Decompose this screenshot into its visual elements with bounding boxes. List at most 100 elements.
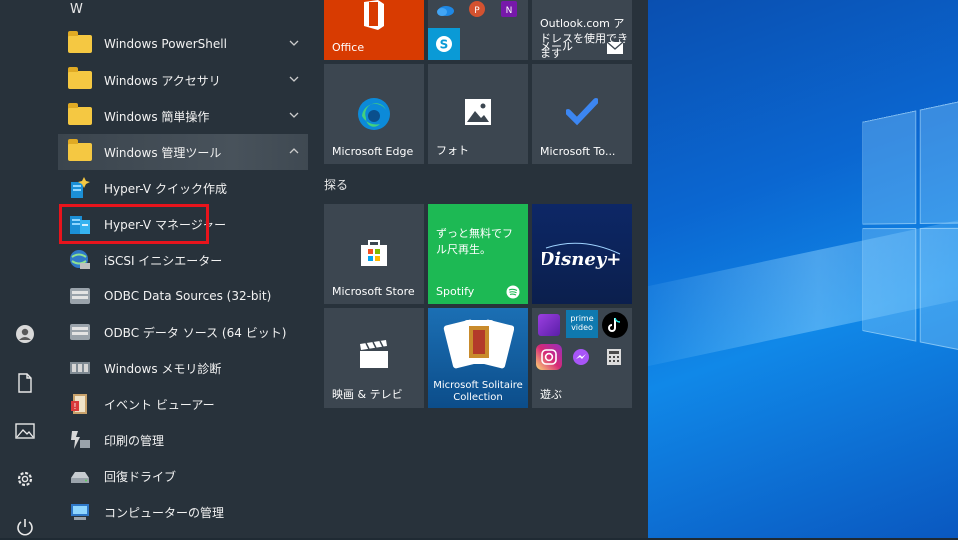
pictures-icon[interactable] <box>12 418 38 444</box>
app-list[interactable]: W Windows PowerShell Windows アクセサリ Windo… <box>50 0 308 538</box>
chevron-down-icon <box>289 112 299 118</box>
tile-label: Microsoft Solitaire Collection <box>433 380 523 403</box>
list-item-event-viewer[interactable]: ! イベント ビューアー <box>58 386 308 422</box>
tile-play-group[interactable]: prime video 遊ぶ <box>532 308 632 408</box>
onedrive-icon[interactable] <box>436 2 454 16</box>
spotify-tile-text: ずっと無料でフル尺再生。 <box>436 227 513 256</box>
hyperv-quick-create-icon <box>68 176 92 200</box>
list-item-label: 印刷の管理 <box>104 433 165 448</box>
powerpoint-icon[interactable]: P <box>468 0 486 18</box>
list-item-print-management[interactable]: 印刷の管理 <box>58 422 308 458</box>
list-item-windows-powershell[interactable]: Windows PowerShell <box>58 26 308 62</box>
list-item-windows-ease-of-access[interactable]: Windows 簡単操作 <box>58 98 308 134</box>
list-item-hyperv-quick-create[interactable]: Hyper-V クイック作成 <box>58 170 308 206</box>
list-item-odbc-64[interactable]: ODBC データ ソース (64 ビット) <box>58 314 308 350</box>
disney-plus-logo-icon: Disney+ <box>538 240 624 270</box>
documents-icon[interactable] <box>12 370 38 396</box>
chevron-up-icon <box>289 148 299 154</box>
letter-header-w[interactable]: W <box>70 2 83 17</box>
prime-video-icon[interactable]: prime video <box>566 310 598 338</box>
office-logo-icon <box>362 0 386 30</box>
windows-logo-wallpaper-icon <box>862 95 958 365</box>
tile-disney-plus[interactable]: Disney+ <box>532 204 632 304</box>
skype-icon[interactable]: S <box>428 28 460 60</box>
list-item-label: Windows アクセサリ <box>104 73 221 88</box>
tile-spotify[interactable]: ずっと無料でフル尺再生。 Spotify <box>428 204 528 304</box>
tile-label: Microsoft To... <box>540 145 616 158</box>
mail-envelope-icon <box>606 40 624 54</box>
event-viewer-icon: ! <box>68 392 92 416</box>
tile-movies-tv[interactable]: 映画 & テレビ <box>324 308 424 408</box>
print-management-icon <box>68 428 92 452</box>
tile-microsoft-todo[interactable]: Microsoft To... <box>532 64 632 164</box>
list-item-label: Hyper-V クイック作成 <box>104 181 227 196</box>
list-item-label: ODBC データ ソース (64 ビット) <box>104 325 287 340</box>
tile-photos[interactable]: フォト <box>428 64 528 164</box>
store-bag-icon <box>358 236 390 268</box>
playing-cards-icon <box>442 316 515 378</box>
desktop-wallpaper <box>648 0 958 538</box>
photos-icon <box>464 98 492 126</box>
chevron-down-icon <box>289 76 299 82</box>
hyperv-manager-highlight-box <box>59 204 209 244</box>
odbc-server-icon <box>68 320 92 344</box>
edge-logo-icon <box>356 96 392 132</box>
list-item-recovery-drive[interactable]: 回復ドライブ <box>58 458 308 494</box>
list-item-windows-accessories[interactable]: Windows アクセサリ <box>58 62 308 98</box>
tile-label: 映画 & テレビ <box>332 388 403 401</box>
tile-label: Office <box>332 41 365 54</box>
spotify-logo-icon <box>506 284 520 299</box>
drive-icon <box>68 464 92 488</box>
power-icon[interactable] <box>12 514 38 540</box>
settings-gear-icon[interactable] <box>12 466 38 492</box>
tile-mail[interactable]: Outlook.com アドレスを使用できます メール <box>532 0 632 60</box>
tile-microsoft-store[interactable]: Microsoft Store <box>324 204 424 304</box>
list-item-label: Windows PowerShell <box>104 37 227 51</box>
tile-label: メール <box>540 40 573 53</box>
tile-label: フォト <box>436 144 469 157</box>
svg-text:N: N <box>506 6 513 16</box>
list-item-odbc-32[interactable]: ODBC Data Sources (32-bit) <box>58 278 308 314</box>
tile-office[interactable]: Office <box>324 0 424 60</box>
computer-management-icon <box>68 500 92 524</box>
list-item-label: Windows メモリ診断 <box>104 361 222 376</box>
list-item-label: Windows 簡単操作 <box>104 109 210 124</box>
memory-chip-icon <box>68 356 92 380</box>
instagram-icon[interactable] <box>536 344 562 370</box>
messenger-icon[interactable] <box>572 348 590 366</box>
disney-wordmark: Disney+ <box>542 249 621 270</box>
svg-text:!: ! <box>73 402 76 411</box>
start-rail <box>0 0 50 538</box>
onenote-icon[interactable]: N <box>500 0 518 18</box>
tile-microsoft-edge[interactable]: Microsoft Edge <box>324 64 424 164</box>
start-menu: W Windows PowerShell Windows アクセサリ Windo… <box>0 0 648 538</box>
list-item-label: コンピューターの管理 <box>104 505 225 520</box>
folder-icon <box>68 103 92 128</box>
list-item-iscsi-initiator[interactable]: iSCSI イニシエーター <box>58 242 308 278</box>
tile-label: Microsoft Edge <box>332 145 414 158</box>
tile-solitaire[interactable]: Microsoft Solitaire Collection <box>428 308 528 408</box>
svg-text:S: S <box>440 38 449 52</box>
list-item-label: iSCSI イニシエーター <box>104 253 223 268</box>
list-item-label: ODBC Data Sources (32-bit) <box>104 289 272 303</box>
calculator-icon[interactable] <box>606 348 622 366</box>
folder-icon <box>68 139 92 164</box>
folder-icon <box>68 31 92 56</box>
chevron-down-icon <box>289 40 299 46</box>
tile-app-group-office[interactable]: P N S <box>428 0 528 60</box>
list-item-label: イベント ビューアー <box>104 397 215 412</box>
svg-text:P: P <box>474 6 480 16</box>
tile-label: Spotify <box>436 285 475 298</box>
film-clapper-icon <box>358 340 390 370</box>
game-app-icon[interactable] <box>538 314 560 336</box>
iscsi-globe-icon <box>68 248 92 272</box>
tile-label: Microsoft Store <box>332 285 415 298</box>
list-item-windows-admin-tools[interactable]: Windows 管理ツール <box>58 134 308 170</box>
tile-group-title[interactable]: 探る <box>324 176 348 193</box>
list-item-computer-management[interactable]: コンピューターの管理 <box>58 494 308 530</box>
folder-icon <box>68 67 92 92</box>
list-item-label: 回復ドライブ <box>104 469 177 484</box>
tiktok-icon[interactable] <box>602 312 628 338</box>
list-item-memory-diagnostic[interactable]: Windows メモリ診断 <box>58 350 308 386</box>
user-account-icon[interactable] <box>12 321 38 347</box>
